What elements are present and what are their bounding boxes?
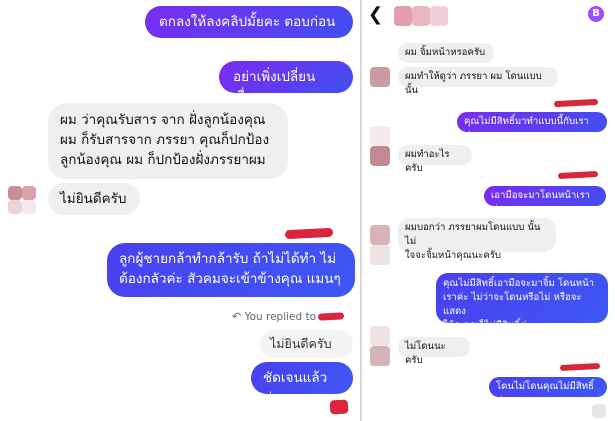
message-text: ผมทำอะไรครับ	[405, 149, 450, 174]
message-outgoing[interactable]: อย่าเพิ่งเปลี่ยนเรื่อง	[219, 61, 353, 105]
message-line: เราค่ะ ไม่ว่าจะโดนหรือไม่ หรือจะแสดง	[443, 292, 582, 317]
redaction-mark	[559, 362, 601, 372]
message-incoming[interactable]: ผม จิ้มหน้าหรอครับ	[398, 43, 494, 63]
message-line: ใจจะจิ้มหน้าคุณนะครับ	[405, 250, 501, 261]
redaction-mark	[284, 227, 334, 240]
avatar[interactable]	[370, 67, 390, 87]
redaction-mark	[553, 98, 599, 108]
message-text: เอามือจะมาโดนหน้าเราค่ะ	[491, 190, 591, 215]
redaction-mark	[557, 170, 599, 180]
message-text: อย่าเพิ่งเปลี่ยนเรื่อง	[233, 69, 316, 105]
reply-label: You replied to	[244, 311, 317, 323]
message-text: ไม่ยินดีครับ	[270, 336, 332, 351]
message-outgoing[interactable]: ชัดเจนแล้วค่ะ	[251, 362, 353, 406]
avatar[interactable]	[592, 404, 606, 418]
message-incoming[interactable]: ผมบอกว่า ภรรยาผมโดนแบบ นั้น ไม่ ใจจะจิ้ม…	[398, 218, 556, 261]
message-line: ให้ดู คุณก็ไม่มีสิทธิ์ค่ะ	[443, 320, 532, 331]
avatar[interactable]	[370, 225, 390, 265]
message-incoming[interactable]: ไม่โดนนะครับ	[398, 337, 470, 366]
redaction-mark	[317, 312, 345, 321]
message-line: ผม ว่าคุณรับสาร จาก ฝั่งลูกน้องคุณ	[60, 112, 266, 128]
message-outgoing[interactable]: เอามือจะมาโดนหน้าเราค่ะ	[484, 186, 606, 215]
message-line: คุณไม่มีสิทธิ์เอามือจะมาจิ้ม โดนหน้า	[443, 278, 595, 289]
message-text: โดนไม่โดนคุณไม่มีสิทธิ์ค่ะ	[496, 381, 594, 406]
message-outgoing[interactable]: ตกลงให้ลงคลิปมั้ยคะ ตอบก่อน	[145, 6, 353, 38]
bitcoin-icon[interactable]: B	[588, 6, 604, 22]
message-text: คุณไม่มีสิทธิ์มาทำแบบนี้กับเราค่ะ	[464, 116, 589, 141]
message-outgoing[interactable]: ลูกผู้ชายกล้าทำกล้ารับ ถ้าไม่ได้ทำ ไม่ ต…	[107, 243, 355, 297]
message-text: ผม จิ้มหน้าหรอครับ	[405, 47, 486, 58]
message-incoming[interactable]: ผมทำอะไรครับ	[398, 145, 472, 174]
avatar[interactable]	[8, 186, 42, 216]
message-text: ไม่ยินดีครับ	[60, 191, 127, 207]
chevron-left-icon[interactable]: ❮	[368, 4, 383, 25]
message-text: ไม่โดนนะครับ	[405, 341, 446, 366]
message-incoming[interactable]: ผม ว่าคุณรับสาร จาก ฝั่งลูกน้องคุณ ผม ก็…	[48, 103, 288, 179]
left-chat-screenshot: ตกลงให้ลงคลิปมั้ยคะ ตอบก่อน อย่าเพิ่งเปล…	[0, 0, 361, 421]
right-chat-screenshot: ❮ B ผม จิ้มหน้าหรอครับ ผมทำให้ดูว่า ภรรย…	[362, 0, 615, 421]
message-line: ต้องกลัวค่ะ สัวคมจะเข้าข้างคุณ แมนๆ	[119, 271, 341, 287]
message-outgoing[interactable]: โดนไม่โดนคุณไม่มีสิทธิ์ค่ะ	[489, 377, 607, 406]
redaction-mark	[329, 399, 349, 415]
message-line: ลูกผู้ชายกล้าทำกล้ารับ ถ้าไม่ได้ทำ ไม่	[119, 251, 337, 267]
reply-arrow-icon: ↶	[232, 310, 242, 323]
avatar[interactable]	[370, 326, 390, 366]
avatar[interactable]	[370, 126, 390, 166]
message-text: ตกลงให้ลงคลิปมั้ยคะ ตอบก่อน	[159, 14, 336, 30]
message-text: ชัดเจนแล้วค่ะ	[263, 370, 328, 406]
message-line: ผม ก็รับสารจาก ภรรยา คุณก็ปกป้อง	[60, 132, 270, 148]
avatar[interactable]	[394, 6, 450, 26]
message-incoming[interactable]: ไม่ยินดีครับ	[48, 183, 140, 215]
message-incoming[interactable]: ผมทำให้ดูว่า ภรรยา ผม โดนแบบนั้น	[398, 67, 558, 96]
message-outgoing[interactable]: คุณไม่มีสิทธิ์เอามือจะมาจิ้ม โดนหน้า เรา…	[436, 273, 608, 331]
message-outgoing[interactable]: คุณไม่มีสิทธิ์มาทำแบบนี้กับเราค่ะ	[457, 112, 607, 141]
message-text: ผมทำให้ดูว่า ภรรยา ผม โดนแบบนั้น	[405, 71, 542, 96]
message-quoted[interactable]: ไม่ยินดีครับ	[260, 330, 353, 358]
chat-header: ❮ B	[362, 0, 615, 30]
message-line: ผมบอกว่า ภรรยาผมโดนแบบ นั้น ไม่	[405, 222, 541, 247]
message-line: ลูกน้องคุณ ผม ก็ปกป้องฝั่งภรรยาผม	[60, 152, 266, 168]
